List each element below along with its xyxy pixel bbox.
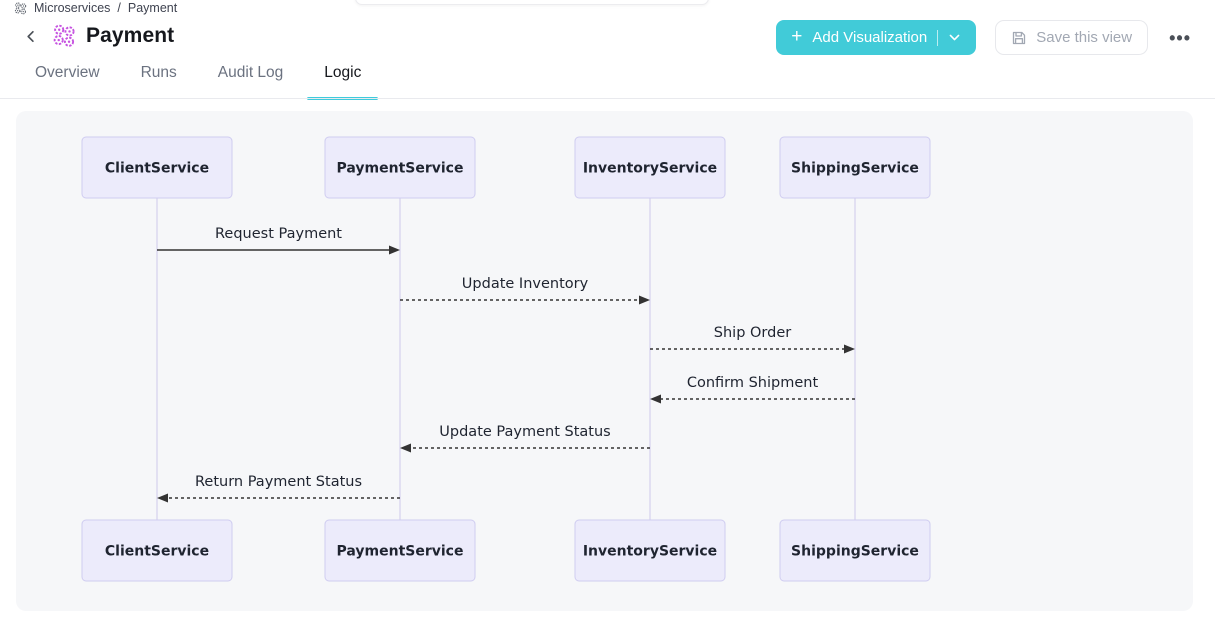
message-label: Request Payment bbox=[215, 226, 342, 242]
breadcrumb-separator: / bbox=[117, 1, 120, 15]
message-label: Update Inventory bbox=[462, 276, 589, 292]
message-label: Update Payment Status bbox=[439, 424, 610, 440]
logic-diagram-panel: ClientService PaymentService InventoryServ… bbox=[16, 111, 1193, 611]
message-arrowhead bbox=[650, 395, 661, 404]
save-this-view-button[interactable]: Save this view bbox=[995, 20, 1148, 55]
participant-label: ShippingService bbox=[791, 544, 919, 560]
participant-label: PaymentService bbox=[337, 161, 464, 177]
breadcrumb: Microservices / Payment bbox=[14, 1, 177, 15]
microservices-cluster-icon bbox=[14, 2, 27, 15]
button-divider bbox=[937, 30, 938, 46]
message-label: Confirm Shipment bbox=[687, 375, 819, 391]
breadcrumb-item-payment[interactable]: Payment bbox=[128, 1, 177, 15]
message-arrowhead bbox=[400, 444, 411, 453]
add-visualization-label: Add Visualization bbox=[812, 29, 927, 46]
page-header: Payment bbox=[20, 22, 174, 50]
tab-bar: Overview Runs Audit Log Logic bbox=[35, 62, 361, 99]
message-arrowhead bbox=[639, 296, 650, 305]
participant-label: PaymentService bbox=[337, 544, 464, 560]
save-this-view-label: Save this view bbox=[1036, 29, 1132, 46]
header-actions: + Add Visualization Save this view ••• bbox=[776, 20, 1193, 55]
tab-runs[interactable]: Runs bbox=[141, 62, 177, 99]
save-icon bbox=[1011, 30, 1027, 46]
participant-label: ClientService bbox=[105, 161, 209, 177]
message-label: Return Payment Status bbox=[195, 474, 362, 490]
participant-label: ClientService bbox=[105, 544, 209, 560]
back-button[interactable] bbox=[20, 22, 42, 50]
add-visualization-button[interactable]: + Add Visualization bbox=[776, 20, 976, 55]
payment-cluster-icon bbox=[52, 24, 76, 48]
participant-label: ShippingService bbox=[791, 161, 919, 177]
tab-audit-log[interactable]: Audit Log bbox=[218, 62, 284, 99]
message-arrowhead bbox=[844, 345, 855, 354]
plus-icon: + bbox=[791, 27, 802, 46]
chevron-left-icon bbox=[24, 29, 39, 44]
tab-logic[interactable]: Logic bbox=[324, 62, 361, 99]
message-label: Ship Order bbox=[714, 325, 791, 341]
participant-label: InventoryService bbox=[583, 161, 717, 177]
header-divider bbox=[0, 98, 1215, 99]
more-options-button[interactable]: ••• bbox=[1167, 25, 1193, 51]
message-arrowhead bbox=[157, 494, 168, 503]
participant-label: InventoryService bbox=[583, 544, 717, 560]
page-title: Payment bbox=[86, 24, 174, 48]
sequence-diagram: ClientService PaymentService InventoryServ… bbox=[16, 111, 1193, 611]
chevron-down-icon[interactable] bbox=[948, 31, 961, 44]
breadcrumb-item-microservices[interactable]: Microservices bbox=[34, 1, 110, 15]
floating-toolbar-remnant bbox=[355, 0, 709, 5]
message-arrowhead bbox=[389, 246, 400, 255]
tab-overview[interactable]: Overview bbox=[35, 62, 100, 99]
